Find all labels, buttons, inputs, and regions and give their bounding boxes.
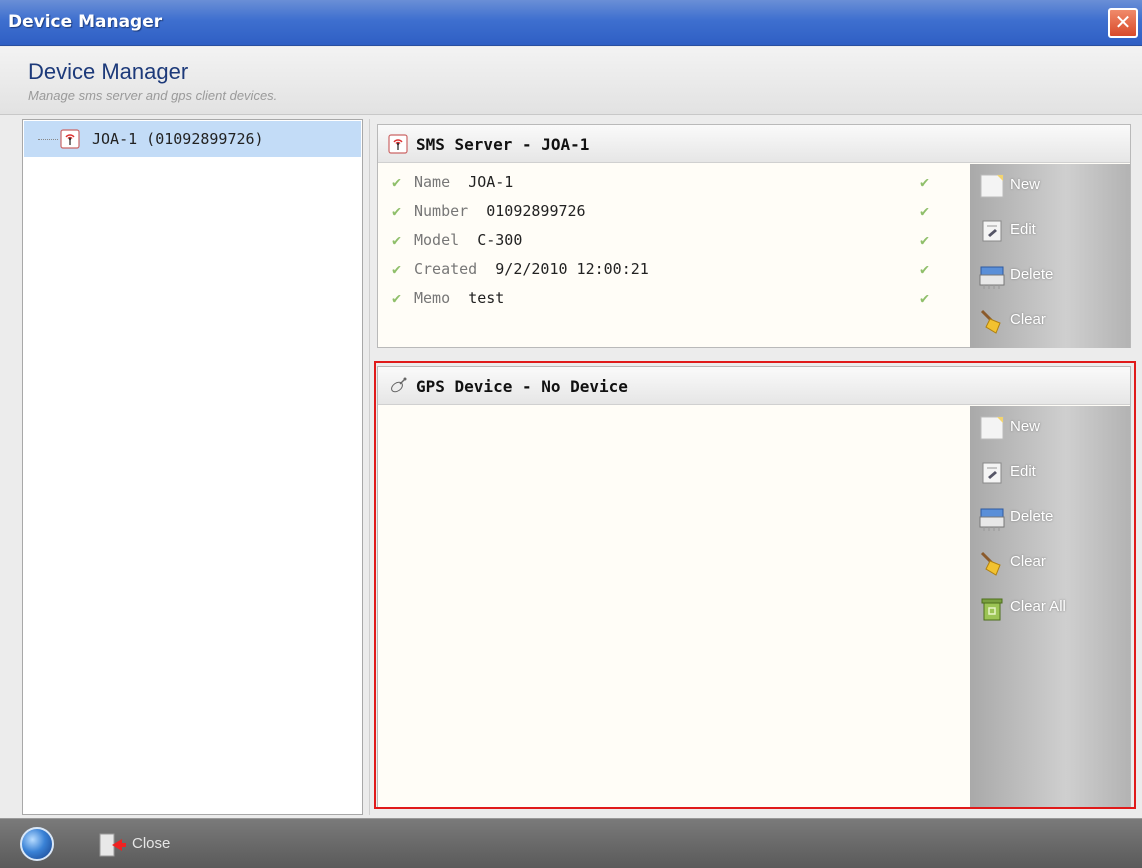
trash-can-icon xyxy=(981,598,1003,621)
button-label: Clear xyxy=(1010,553,1046,570)
property-value: 9/2/2010 12:00:21 xyxy=(495,260,649,278)
antenna-icon xyxy=(60,129,80,149)
sms-server-panel: SMS Server - JOA-1 ✔ Name JOA-1 ✔ ✔ Numb… xyxy=(377,124,1131,348)
check-icon: ✔ xyxy=(920,202,930,220)
new-document-icon xyxy=(980,416,1004,440)
page-title: Device Manager xyxy=(28,59,189,84)
device-tree[interactable]: JOA-1 (01092899726) xyxy=(22,119,363,815)
property-value: test xyxy=(468,289,505,307)
button-label: Edit xyxy=(1010,463,1036,480)
title-bar: Device Manager ✕ xyxy=(0,0,1142,46)
property-key: Created xyxy=(414,260,478,278)
new-document-icon xyxy=(980,174,1004,198)
gps-clear-button[interactable]: Clear xyxy=(970,541,1130,586)
property-row-name[interactable]: ✔ Name JOA-1 ✔ xyxy=(392,171,942,200)
antenna-icon xyxy=(388,134,408,154)
check-icon: ✔ xyxy=(920,173,930,191)
sms-new-button[interactable]: New xyxy=(970,164,1130,209)
property-row-memo[interactable]: ✔ Memo test ✔ xyxy=(392,287,942,316)
shredder-icon xyxy=(979,508,1005,531)
check-icon: ✔ xyxy=(920,260,930,278)
sms-delete-button[interactable]: Delete xyxy=(970,254,1130,299)
exit-door-icon xyxy=(99,833,126,857)
broom-icon xyxy=(980,309,1001,334)
edit-document-icon xyxy=(982,220,1002,242)
broom-icon xyxy=(980,551,1001,576)
gps-device-panel: GPS Device - No Device New Edit Delete C… xyxy=(377,366,1131,808)
button-label: Delete xyxy=(1010,266,1054,283)
close-button-label: Close xyxy=(132,835,171,852)
footer-bar: Close xyxy=(0,818,1142,868)
check-icon: ✔ xyxy=(920,289,930,307)
property-row-model[interactable]: ✔ Model C-300 ✔ xyxy=(392,229,942,258)
page-subtitle: Manage sms server and gps client devices… xyxy=(28,88,278,103)
edit-document-icon xyxy=(982,462,1002,484)
gps-delete-button[interactable]: Delete xyxy=(970,496,1130,541)
globe-icon[interactable] xyxy=(20,827,54,861)
button-label: New xyxy=(1010,176,1041,193)
page-header: Device Manager Manage sms server and gps… xyxy=(0,47,1142,115)
check-icon: ✔ xyxy=(392,231,402,249)
check-icon: ✔ xyxy=(920,231,930,249)
button-label: Clear xyxy=(1010,311,1046,328)
check-icon: ✔ xyxy=(392,260,402,278)
button-label: Clear All xyxy=(1010,598,1066,615)
tree-connector xyxy=(38,139,58,140)
property-key: Model xyxy=(414,231,460,249)
sms-edit-button[interactable]: Edit xyxy=(970,209,1130,254)
window-close-button[interactable]: ✕ xyxy=(1108,8,1138,38)
gps-edit-button[interactable]: Edit xyxy=(970,451,1130,496)
gps-device-panel-title: GPS Device - No Device xyxy=(416,377,628,396)
property-key: Memo xyxy=(414,289,451,307)
check-icon: ✔ xyxy=(392,289,402,307)
property-key: Number xyxy=(414,202,469,220)
check-icon: ✔ xyxy=(392,202,402,220)
property-value: 01092899726 xyxy=(486,202,586,220)
window-title: Device Manager xyxy=(8,12,163,32)
check-icon: ✔ xyxy=(392,173,402,191)
button-label: Edit xyxy=(1010,221,1036,238)
button-label: Delete xyxy=(1010,508,1054,525)
sms-server-toolbar: New Edit Delete Clear xyxy=(970,164,1130,348)
sms-server-properties: ✔ Name JOA-1 ✔ ✔ Number 01092899726 ✔ ✔ … xyxy=(392,171,942,316)
property-value: C-300 xyxy=(477,231,523,249)
tree-item-joa-1[interactable]: JOA-1 (01092899726) xyxy=(24,121,361,157)
gps-device-panel-header: GPS Device - No Device xyxy=(378,367,1130,405)
property-row-number[interactable]: ✔ Number 01092899726 ✔ xyxy=(392,200,942,229)
button-label: New xyxy=(1010,418,1041,435)
sms-server-panel-header: SMS Server - JOA-1 xyxy=(378,125,1130,163)
satellite-icon xyxy=(391,377,407,393)
property-value: JOA-1 xyxy=(468,173,514,191)
gps-device-toolbar: New Edit Delete Clear Clear All xyxy=(970,406,1130,807)
shredder-icon xyxy=(979,266,1005,289)
splitter[interactable] xyxy=(369,119,370,815)
tree-item-label: JOA-1 (01092899726) xyxy=(92,130,264,148)
property-key: Name xyxy=(414,173,451,191)
sms-clear-button[interactable]: Clear xyxy=(970,299,1130,344)
sms-server-panel-title: SMS Server - JOA-1 xyxy=(416,135,590,154)
gps-new-button[interactable]: New xyxy=(970,406,1130,451)
gps-clear-all-button[interactable]: Clear All xyxy=(970,586,1130,631)
property-row-created[interactable]: ✔ Created 9/2/2010 12:00:21 ✔ xyxy=(392,258,942,287)
